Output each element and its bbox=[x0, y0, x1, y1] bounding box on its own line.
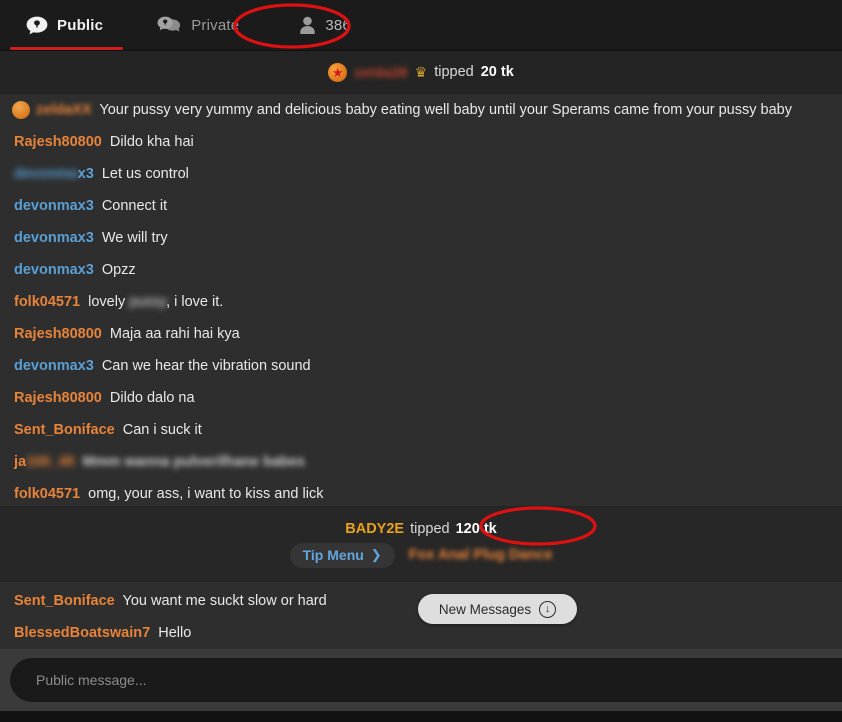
arrow-down-circle-icon: ↓ bbox=[539, 600, 557, 618]
message-row: ja100_45 Mmm wanna pulverilhane babes bbox=[0, 446, 842, 478]
message-row: devonmax3 Connect it bbox=[0, 190, 842, 222]
tip-menu-button[interactable]: Tip Menu ❯ bbox=[289, 542, 395, 568]
message-username: zeldaXX bbox=[36, 102, 92, 118]
star-icon: ★ bbox=[331, 64, 344, 80]
message-row: zeldaXX Your pussy very yummy and delici… bbox=[0, 94, 842, 126]
chat-panel: Public Private 386 ★ zelda28 ♛ tipped 20… bbox=[0, 0, 842, 722]
message-username: devonmax3 bbox=[14, 166, 94, 182]
message-row: folk04571 omg, your ass, i want to kiss … bbox=[0, 478, 842, 506]
composer-field-wrapper[interactable] bbox=[10, 658, 842, 702]
avatar bbox=[12, 101, 30, 119]
footer-strip bbox=[0, 711, 842, 722]
message-text: Let us control bbox=[101, 166, 189, 182]
tip-section-amount: 120 tk bbox=[455, 520, 497, 537]
tip-menu-section: BADY2E tipped 120 tk Tip Menu ❯ Fox Anal… bbox=[0, 506, 842, 582]
crown-icon: ♛ bbox=[414, 64, 428, 80]
message-text: Maja aa rahi hai kya bbox=[109, 326, 240, 342]
message-username: Sent_Boniface bbox=[14, 593, 115, 609]
tip-section-verb: tipped bbox=[410, 520, 450, 537]
message-text: You want me suckt slow or hard bbox=[122, 593, 327, 609]
message-username: devonmax3 bbox=[14, 262, 94, 278]
message-text: Dildo kha hai bbox=[109, 134, 194, 150]
message-text: Can we hear the vibration sound bbox=[101, 358, 311, 374]
message-row: folk04571 lovely pussy, i love it. bbox=[0, 286, 842, 318]
tipper-avatar: ★ bbox=[328, 62, 348, 82]
tipper-username: zelda28 bbox=[354, 64, 408, 80]
chat-bubble-icon bbox=[26, 16, 48, 35]
message-username: devonmax3 bbox=[14, 230, 94, 246]
message-username: Rajesh80800 bbox=[14, 326, 102, 342]
message-text: Mmm wanna pulverilhane babes bbox=[82, 454, 305, 470]
tip-menu-item: Fox Anal Plug Dance bbox=[408, 547, 553, 563]
message-username: Sent_Boniface bbox=[14, 422, 115, 438]
message-text: lovely pussy, i love it. bbox=[88, 294, 224, 310]
message-username: BlessedBoatswain7 bbox=[14, 625, 151, 641]
message-row: BlessedBoatswain7 Hello bbox=[0, 617, 842, 649]
message-text: Your pussy very yummy and delicious baby… bbox=[99, 102, 792, 118]
public-message-input[interactable] bbox=[36, 672, 842, 688]
composer-bar bbox=[0, 649, 842, 711]
chat-bubbles-icon bbox=[157, 16, 182, 35]
new-messages-label: New Messages bbox=[438, 601, 532, 617]
tip-menu-label: Tip Menu bbox=[302, 546, 364, 563]
message-username: Rajesh80800 bbox=[14, 390, 102, 406]
message-text: Opzz bbox=[101, 262, 136, 278]
tip-amount: 20 tk bbox=[480, 64, 514, 80]
message-username: folk04571 bbox=[14, 486, 81, 502]
message-text: Connect it bbox=[101, 198, 168, 214]
message-row: devonmax3 We will try bbox=[0, 222, 842, 254]
tab-user-count-label: 386 bbox=[325, 16, 351, 34]
message-row: Sent_Boniface Can i suck it bbox=[0, 414, 842, 446]
message-username: devonmax3 bbox=[14, 198, 94, 214]
message-username: ja100_45 bbox=[14, 454, 75, 470]
tab-private-label: Private bbox=[191, 16, 240, 34]
tab-user-count[interactable]: 386 bbox=[267, 0, 385, 50]
message-text: omg, your ass, i want to kiss and lick bbox=[88, 486, 324, 502]
top-tip-banner: ★ zelda28 ♛ tipped 20 tk bbox=[0, 51, 842, 94]
message-row: Rajesh80800 Dildo kha hai bbox=[0, 126, 842, 158]
message-row: devonmax3 Can we hear the vibration soun… bbox=[0, 350, 842, 382]
tab-public-label: Public bbox=[57, 16, 104, 34]
message-row: Rajesh80800 Dildo dalo na bbox=[0, 382, 842, 414]
tip-section-username: BADY2E bbox=[345, 520, 405, 537]
message-list[interactable]: zeldaXX Your pussy very yummy and delici… bbox=[0, 94, 842, 506]
message-text: Dildo dalo na bbox=[109, 390, 195, 406]
message-row: devonmax3 Opzz bbox=[0, 254, 842, 286]
tip-verb: tipped bbox=[434, 64, 474, 80]
message-text: Hello bbox=[158, 625, 192, 641]
tab-public[interactable]: Public bbox=[0, 0, 133, 50]
message-text: We will try bbox=[101, 230, 168, 246]
new-messages-button[interactable]: New Messages ↓ bbox=[418, 594, 577, 624]
message-row: devonmax3 Let us control bbox=[0, 158, 842, 190]
message-username: folk04571 bbox=[14, 294, 81, 310]
message-row: Rajesh80800 Maja aa rahi hai kya bbox=[0, 318, 842, 350]
user-icon bbox=[299, 16, 316, 34]
message-username: Rajesh80800 bbox=[14, 134, 102, 150]
chevron-right-icon: ❯ bbox=[370, 547, 382, 562]
tab-private[interactable]: Private bbox=[133, 0, 267, 50]
message-username: devonmax3 bbox=[14, 358, 94, 374]
chat-tabbar: Public Private 386 bbox=[0, 0, 842, 51]
message-text: Can i suck it bbox=[122, 422, 202, 438]
